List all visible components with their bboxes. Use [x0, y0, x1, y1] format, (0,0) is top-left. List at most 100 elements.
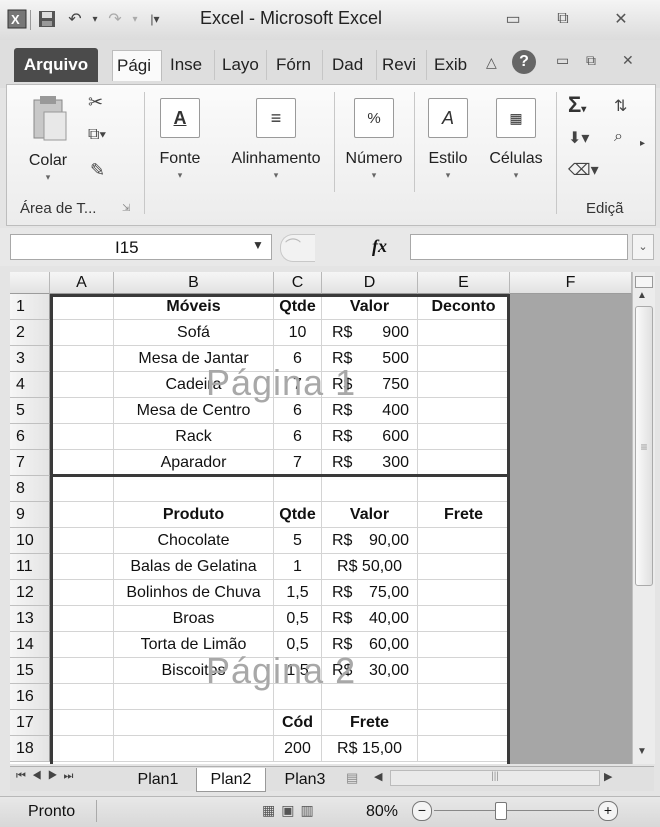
paste-dropdown-icon[interactable]: ▾ [40, 172, 56, 183]
spreadsheet-grid[interactable]: A B C D E F 1 Móveis Qtde Valor Deconto 2 Sofá… [10, 272, 632, 764]
cell-a[interactable] [50, 424, 114, 450]
redo-dropdown-icon[interactable]: ▾ [124, 8, 146, 30]
cell-e[interactable]: Deconto [418, 294, 510, 320]
undo-dropdown-icon[interactable]: ▾ [84, 8, 106, 30]
cell-a[interactable] [50, 398, 114, 424]
tab-formulas[interactable]: Fórn [272, 50, 323, 80]
cell-b[interactable]: Aparador [114, 450, 274, 476]
row-header[interactable]: 8 [10, 476, 50, 502]
row-header[interactable]: 12 [10, 580, 50, 606]
cell-c[interactable]: 6 [274, 424, 322, 450]
font-button-label[interactable]: Fonte [150, 150, 210, 168]
cell-c[interactable]: 10 [274, 320, 322, 346]
cell-c[interactable]: 200 [274, 736, 322, 762]
sheet-tab-plan3[interactable]: Plan3 [274, 768, 336, 792]
doc-close-icon[interactable]: ✕ [622, 52, 634, 69]
cell-b[interactable]: Chocolate [114, 528, 274, 554]
sheet-nav-icons[interactable]: ⏮◀▶⏭ [16, 770, 79, 783]
column-header-b[interactable]: B [114, 272, 274, 294]
cell-e[interactable] [418, 476, 510, 502]
cell-e[interactable] [418, 450, 510, 476]
paste-icon[interactable] [28, 94, 68, 142]
hscroll-right-icon[interactable]: ▶ [604, 770, 612, 783]
cell-c[interactable]: 0,5 [274, 606, 322, 632]
tab-insert[interactable]: Inse [166, 50, 215, 80]
number-dropdown-icon[interactable]: ▾ [366, 170, 382, 181]
cell-e[interactable] [418, 528, 510, 554]
row-header[interactable]: 1 [10, 294, 50, 320]
cells-button-label[interactable]: Células [484, 150, 548, 168]
cells-icon[interactable]: ▦ [496, 98, 536, 138]
cell-b[interactable] [114, 710, 274, 736]
formula-input[interactable] [410, 234, 628, 260]
row-header[interactable]: 16 [10, 684, 50, 710]
cell-a[interactable] [50, 554, 114, 580]
tab-file[interactable]: Arquivo [14, 48, 98, 82]
cell-b[interactable]: Produto [114, 502, 274, 528]
alignment-icon[interactable]: ≡ [256, 98, 296, 138]
zoom-level[interactable]: 80% [366, 803, 398, 821]
sheet-tab-plan1[interactable]: Plan1 [128, 768, 188, 792]
help-icon[interactable]: ? [512, 50, 536, 74]
expand-formula-bar-icon[interactable]: ⌄ [632, 234, 654, 260]
doc-restore-icon[interactable]: ⧉ [586, 52, 596, 69]
name-box[interactable]: I15 [10, 234, 272, 260]
font-icon[interactable]: A [160, 98, 200, 138]
number-format-icon[interactable]: % [354, 98, 394, 138]
column-header-d[interactable]: D [322, 272, 418, 294]
fill-icon[interactable]: ⬇▾ [568, 128, 589, 148]
cell-a[interactable] [50, 476, 114, 502]
cell-e[interactable] [418, 320, 510, 346]
horizontal-scrollbar[interactable]: ||| [390, 770, 600, 786]
cell-c[interactable]: 5 [274, 528, 322, 554]
cell-a[interactable] [50, 450, 114, 476]
number-button-label[interactable]: Número [338, 150, 410, 168]
sheet-tab-plan2[interactable]: Plan2 [196, 768, 266, 792]
column-header-a[interactable]: A [50, 272, 114, 294]
cell-e[interactable]: Frete [418, 502, 510, 528]
cell-b[interactable]: Móveis [114, 294, 274, 320]
copy-icon[interactable]: ⧉▾ [88, 126, 106, 144]
row-header[interactable]: 5 [10, 398, 50, 424]
row-header[interactable]: 18 [10, 736, 50, 762]
doc-minimize-icon[interactable]: ▭ [556, 52, 569, 69]
cell-b[interactable] [114, 736, 274, 762]
cell-e[interactable] [418, 606, 510, 632]
cell-a[interactable] [50, 294, 114, 320]
tab-page-layout[interactable]: Pági [112, 50, 162, 81]
row-header[interactable]: 6 [10, 424, 50, 450]
row-header[interactable]: 3 [10, 346, 50, 372]
row-header[interactable]: 11 [10, 554, 50, 580]
cell-a[interactable] [50, 580, 114, 606]
minimize-icon[interactable]: ▭ [496, 6, 530, 32]
cell-a[interactable] [50, 632, 114, 658]
font-dropdown-icon[interactable]: ▾ [172, 170, 188, 181]
close-icon[interactable]: ✕ [604, 6, 638, 32]
alignment-button-label[interactable]: Alinhamento [222, 150, 330, 168]
cell-c[interactable]: 1,5 [274, 580, 322, 606]
name-box-dropdown-icon[interactable]: ▼ [252, 238, 264, 252]
style-icon[interactable]: A [428, 98, 468, 138]
row-header[interactable]: 10 [10, 528, 50, 554]
cell-a[interactable] [50, 346, 114, 372]
clipboard-launcher-icon[interactable]: ⇲ [122, 203, 130, 214]
cell-c[interactable]: Qtde [274, 502, 322, 528]
scroll-thumb[interactable]: ≡ [635, 306, 653, 586]
cell-a[interactable] [50, 320, 114, 346]
insert-function-icon[interactable]: fx [372, 236, 387, 257]
cell-d[interactable]: R$ 40,00 [322, 606, 418, 632]
row-header[interactable]: 17 [10, 710, 50, 736]
cell-e[interactable] [418, 710, 510, 736]
cell-d[interactable]: Valor [322, 294, 418, 320]
cell-d[interactable] [322, 476, 418, 502]
column-header-f[interactable]: F [510, 272, 632, 294]
cell-d[interactable]: R$ 90,00 [322, 528, 418, 554]
cell-e[interactable] [418, 736, 510, 762]
cell-a[interactable] [50, 502, 114, 528]
cell-d[interactable]: R$ 75,00 [322, 580, 418, 606]
tab-data[interactable]: Dad [328, 50, 377, 80]
zoom-out-icon[interactable]: − [412, 801, 432, 821]
cell-a[interactable] [50, 658, 114, 684]
zoom-in-icon[interactable]: + [598, 801, 618, 821]
cell-d[interactable]: R$ 300 [322, 450, 418, 476]
